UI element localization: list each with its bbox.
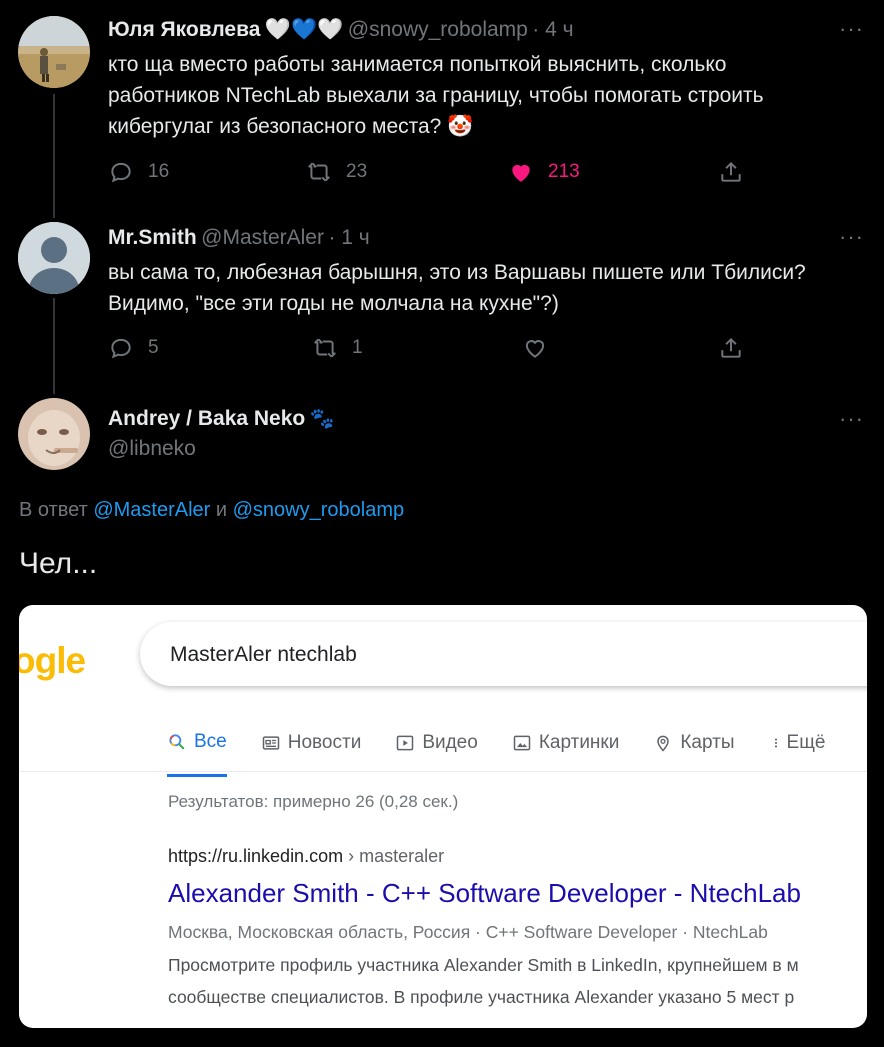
search-query: MasterAler ntechlab: [170, 643, 357, 666]
result-snippet: Просмотрите профиль участника Alexander …: [168, 955, 799, 975]
tab-label: Новости: [287, 732, 362, 753]
search-tabs: Все Новости Видео Картинки Карты Ещё: [167, 725, 859, 777]
heart-filled-icon: [512, 164, 530, 182]
tab-label: Картинки: [538, 732, 620, 753]
avatar[interactable]: [18, 398, 90, 470]
reply-button[interactable]: 16: [108, 159, 169, 185]
image-icon: [513, 735, 531, 751]
tweet-text-line: кто ща вместо работы занимается попыткой…: [108, 53, 727, 76]
reply-count: 5: [148, 337, 159, 358]
result-stats: Результатов: примерно 26 (0,28 сек.): [168, 792, 459, 811]
tab-label: Видео: [422, 732, 478, 753]
result-url-host: https://ru.linkedin.com: [168, 846, 344, 866]
tweet-text: вы сама то, любезная барышня, это из Вар…: [108, 257, 806, 319]
retweet-button[interactable]: 1: [312, 335, 363, 361]
more-options-icon[interactable]: ···: [839, 224, 864, 250]
tweet-text-line: вы сама то, любезная барышня, это из Вар…: [108, 261, 806, 284]
tweet-header: Юля Яковлева 🤍💙🤍 @snowy_robolamp · 4 ч: [108, 18, 574, 42]
tweet-header: Mr.Smith @MasterAler · 1 ч: [108, 226, 370, 250]
timestamp[interactable]: · 4 ч: [532, 18, 573, 41]
result-snippet: сообществе специалистов. В профиле участ…: [168, 987, 795, 1007]
reply-prefix: В ответ: [19, 499, 88, 521]
search-icon: [169, 733, 185, 749]
share-button[interactable]: [718, 159, 744, 185]
result-url[interactable]: https://ru.linkedin.com › masteraler: [168, 846, 444, 867]
like-button[interactable]: [522, 335, 562, 361]
share-icon: [721, 161, 741, 182]
avatar[interactable]: [18, 16, 90, 88]
display-name[interactable]: Andrey / Baka Neko: [108, 407, 305, 430]
tab-news[interactable]: Новости: [261, 725, 362, 761]
reply-button[interactable]: 5: [108, 335, 159, 361]
search-box[interactable]: MasterAler ntechlab: [140, 622, 867, 686]
google-logo-text: ogle: [19, 640, 86, 681]
retweet-icon: [308, 162, 330, 182]
tab-label: Карты: [680, 732, 735, 753]
main-tweet-text: Чел...: [19, 547, 98, 580]
name-emoji: 🤍💙🤍: [264, 18, 344, 41]
divider: [19, 771, 867, 772]
reply-icon: [111, 162, 131, 183]
share-icon: [721, 337, 741, 358]
news-icon: [262, 736, 279, 750]
tweet-text: кто ща вместо работы занимается попыткой…: [108, 49, 764, 142]
more-vert-icon: [774, 738, 777, 748]
tweet-1[interactable]: Юля Яковлева 🤍💙🤍 @snowy_robolamp · 4 ч ·…: [0, 0, 884, 220]
reply-and: и: [215, 499, 228, 521]
tweet-header: Andrey / Baka Neko 🐾: [108, 406, 335, 431]
avatar[interactable]: [18, 222, 90, 294]
like-count: 213: [548, 161, 580, 182]
retweet-button[interactable]: 23: [306, 159, 367, 185]
google-logo: ogle: [19, 640, 86, 682]
tab-video[interactable]: Видео: [395, 725, 478, 761]
user-handle[interactable]: @libneko: [108, 437, 196, 461]
main-tweet: Andrey / Baka Neko 🐾 @libneko ··· В отве…: [0, 390, 884, 590]
video-icon: [397, 735, 414, 751]
display-name[interactable]: Юля Яковлева: [108, 18, 260, 41]
more-options-icon[interactable]: ···: [839, 16, 864, 42]
tab-more[interactable]: Ещё: [769, 725, 826, 761]
tab-label: Все: [194, 730, 227, 752]
tab-maps[interactable]: Карты: [653, 725, 735, 761]
tab-all[interactable]: Все: [167, 725, 227, 777]
tab-images[interactable]: Картинки: [512, 725, 620, 761]
display-name[interactable]: Mr.Smith: [108, 226, 197, 249]
result-title-link[interactable]: Alexander Smith - C++ Software Developer…: [168, 878, 801, 909]
retweet-icon: [314, 338, 336, 358]
user-handle[interactable]: @MasterAler: [201, 226, 324, 249]
reply-icon: [111, 338, 131, 359]
like-button[interactable]: 213: [508, 159, 580, 185]
result-breadcrumb: › masteraler: [348, 846, 445, 866]
tweet-text-line: кибергулаг из безопасного места? 🤡: [108, 115, 474, 138]
result-meta: Москва, Московская область, Россия · C++…: [168, 922, 768, 942]
mention-link[interactable]: @snowy_robolamp: [233, 499, 405, 521]
retweet-count: 23: [346, 161, 368, 182]
tab-label: Ещё: [786, 732, 826, 753]
mention-link[interactable]: @MasterAler: [93, 499, 210, 521]
attached-image[interactable]: ogle MasterAler ntechlab Все Новости Вид…: [19, 605, 867, 1028]
tweet-2[interactable]: Mr.Smith @MasterAler · 1 ч ··· вы сама т…: [0, 220, 884, 390]
tweet-text-line: Видимо, "все эти годы не молчала на кухн…: [108, 292, 559, 315]
heart-icon: [525, 340, 545, 358]
timestamp[interactable]: · 1 ч: [328, 226, 369, 249]
tweet-text-line: работников NTechLab выехали за границу, …: [108, 84, 764, 107]
reply-context: В ответ @MasterAler и @snowy_robolamp: [19, 499, 404, 522]
reply-count: 16: [148, 161, 170, 182]
more-options-icon[interactable]: ···: [839, 406, 864, 432]
map-pin-icon: [657, 735, 670, 752]
paw-emoji: 🐾: [309, 408, 335, 430]
retweet-count: 1: [352, 337, 363, 358]
user-handle[interactable]: @snowy_robolamp: [348, 18, 528, 41]
share-button[interactable]: [718, 335, 744, 361]
